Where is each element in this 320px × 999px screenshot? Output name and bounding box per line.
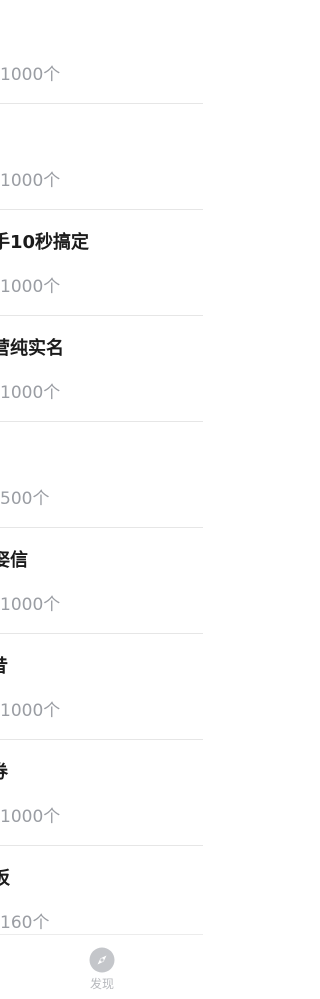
item-title: 扳 — [0, 868, 10, 889]
item-list: 1000个 1000个 手10秒搞定 1000个 营纯实名 1000个 500个… — [0, 0, 203, 934]
list-item[interactable]: 券 1000个 — [0, 740, 203, 846]
tab-discover[interactable]: 发现 — [78, 943, 126, 995]
list-item[interactable]: 1000个 — [0, 0, 203, 104]
item-count: 1000个 — [0, 595, 61, 615]
bottom-tab-bar: 发现 — [0, 934, 203, 999]
item-count: 1000个 — [0, 65, 61, 85]
item-count: 1000个 — [0, 171, 61, 191]
item-title: 券 — [0, 762, 8, 784]
list-item[interactable]: 手10秒搞定 1000个 — [0, 210, 203, 316]
item-title: 娶信 — [0, 550, 28, 571]
item-count: 500个 — [0, 489, 50, 509]
list-item[interactable]: 娶信 1000个 — [0, 528, 203, 634]
compass-icon — [89, 947, 115, 973]
list-item[interactable]: 500个 — [0, 422, 203, 528]
item-count: 1000个 — [0, 807, 61, 827]
item-count: 1000个 — [0, 701, 61, 721]
item-title: 昔 — [0, 656, 8, 678]
item-title: 手10秒搞定 — [0, 232, 90, 253]
item-count: 1000个 — [0, 277, 61, 297]
list-item[interactable]: 营纯实名 1000个 — [0, 316, 203, 422]
item-count: 160个 — [0, 913, 50, 933]
list-item[interactable]: 昔 1000个 — [0, 634, 203, 740]
tab-discover-label: 发现 — [89, 977, 114, 991]
item-title: 营纯实名 — [0, 338, 64, 359]
item-count: 1000个 — [0, 383, 61, 403]
list-item[interactable]: 扳 160个 — [0, 846, 203, 934]
list-item[interactable]: 1000个 — [0, 104, 203, 210]
